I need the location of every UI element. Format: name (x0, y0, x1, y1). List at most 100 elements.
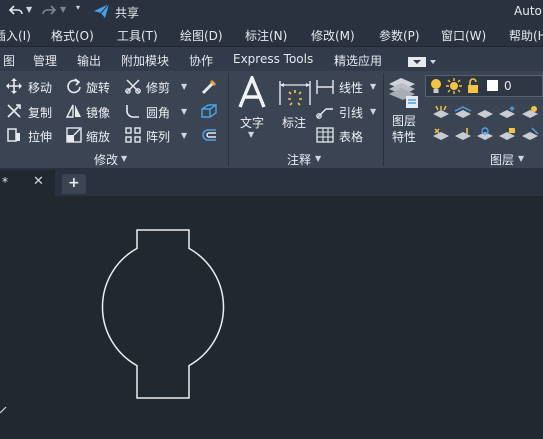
drawing-tab[interactable]: * ✕ (0, 170, 55, 196)
new-tab-button[interactable]: + (62, 174, 86, 194)
leader-button[interactable]: 引线 (339, 104, 363, 121)
leader-dropdown-icon[interactable]: ▼ (370, 107, 376, 116)
layer-tool-icon[interactable] (432, 126, 450, 145)
table-icon[interactable] (316, 127, 334, 147)
layer-on-bulb-icon[interactable] (429, 78, 443, 98)
layer-properties-label-1[interactable]: 图层 (392, 112, 416, 129)
layer-tool-icon[interactable] (454, 104, 472, 123)
erase-icon[interactable] (200, 77, 218, 99)
fillet-button[interactable]: 圆角 (146, 104, 170, 121)
menu-format[interactable]: 格式(O) (51, 27, 94, 44)
current-layer-name: 0 (504, 79, 512, 93)
tab-addins[interactable]: 附加模块 (121, 52, 169, 69)
tab-express-tools[interactable]: Express Tools (233, 52, 313, 66)
array-button[interactable]: 阵列 (146, 128, 170, 145)
tab-manage[interactable]: 管理 (33, 52, 57, 69)
ribbon-toggle-icon[interactable] (408, 53, 438, 72)
linear-icon[interactable] (316, 79, 334, 99)
explode-icon[interactable] (200, 102, 218, 124)
share-button[interactable]: 共享 (115, 4, 139, 21)
stretch-button[interactable]: 拉伸 (28, 128, 52, 145)
text-dropdown-icon[interactable]: ▼ (248, 130, 254, 139)
linear-dropdown-icon[interactable]: ▼ (370, 82, 376, 91)
layer-color-swatch[interactable] (487, 80, 498, 91)
menu-insert[interactable]: 插入(I) (0, 27, 31, 44)
layer-dropdown[interactable]: 0 (425, 75, 543, 97)
annotation-panel-expand-icon[interactable]: ▼ (315, 154, 321, 163)
annotation-panel-title[interactable]: 注释 (287, 151, 311, 168)
document-tab-bar: * ✕ + (0, 168, 543, 196)
move-button[interactable]: 移动 (28, 79, 52, 96)
text-icon[interactable] (238, 73, 266, 112)
quick-access-dropdown-icon[interactable]: ▾ (76, 3, 80, 12)
rotate-button[interactable]: 旋转 (86, 79, 110, 96)
mirror-button[interactable]: 镜像 (86, 104, 110, 121)
ribbon: 移动 旋转 修剪 ▼ 复制 镜像 圆角 ▼ 拉伸 缩放 阵列 ▼ 修改 ▼ 文字… (0, 71, 543, 168)
array-dropdown-icon[interactable]: ▼ (181, 131, 187, 140)
menu-parameters[interactable]: 参数(P) (379, 27, 420, 44)
panel-divider (228, 73, 229, 166)
layer-tool-icon[interactable] (432, 104, 450, 123)
layer-lock-icon[interactable] (466, 78, 480, 98)
move-icon[interactable] (6, 78, 22, 98)
drawing-tab-label: * (2, 175, 8, 189)
title-bar: ▼ ▼ ▾ 共享 Auto (0, 0, 543, 22)
layer-panel-title[interactable]: 图层 (490, 151, 514, 168)
ucs-icon (0, 406, 7, 414)
layer-freeze-sun-icon[interactable] (446, 78, 462, 98)
layer-tool-icon[interactable] (521, 126, 539, 145)
scale-button[interactable]: 缩放 (86, 128, 110, 145)
layer-properties-label-2[interactable]: 特性 (392, 128, 416, 145)
menu-window[interactable]: 窗口(W) (441, 27, 486, 44)
mirror-icon[interactable] (65, 103, 82, 123)
leader-icon[interactable] (316, 103, 334, 123)
layer-tool-icon[interactable] (476, 104, 494, 123)
modify-panel-expand-icon[interactable]: ▼ (121, 154, 127, 163)
redo-dropdown-icon[interactable]: ▼ (60, 5, 66, 14)
undo-dropdown-icon[interactable]: ▼ (26, 5, 32, 14)
fillet-dropdown-icon[interactable]: ▼ (181, 107, 187, 116)
copy-button[interactable]: 复制 (28, 104, 52, 121)
trim-dropdown-icon[interactable]: ▼ (181, 82, 187, 91)
menu-modify[interactable]: 修改(M) (311, 27, 355, 44)
layer-tool-icon[interactable] (521, 104, 539, 123)
tab-collaborate[interactable]: 协作 (189, 52, 213, 69)
rotate-icon[interactable] (66, 78, 82, 98)
array-icon[interactable] (125, 127, 141, 147)
menu-help[interactable]: 帮助(H) (509, 27, 543, 44)
dimension-button[interactable]: 标注 (282, 114, 306, 131)
offset-icon[interactable] (200, 126, 218, 148)
modify-panel-title[interactable]: 修改 (94, 151, 118, 168)
layer-tool-icon[interactable] (454, 126, 472, 145)
tab-output[interactable]: 输出 (77, 52, 101, 69)
trim-icon[interactable] (125, 78, 141, 98)
layer-tool-icon[interactable] (498, 104, 516, 123)
share-icon[interactable] (93, 3, 110, 23)
text-button[interactable]: 文字 (240, 114, 264, 131)
menu-draw[interactable]: 绘图(D) (180, 27, 223, 44)
layer-tool-icon[interactable] (498, 126, 516, 145)
close-icon[interactable]: ✕ (33, 174, 44, 189)
tab-view[interactable]: 图 (3, 52, 15, 69)
menu-tools[interactable]: 工具(T) (117, 27, 158, 44)
menu-bar: 插入(I) 格式(O) 工具(T) 绘图(D) 标注(N) 修改(M) 参数(P… (0, 22, 543, 46)
menu-dimension[interactable]: 标注(N) (245, 27, 287, 44)
dimension-icon[interactable] (278, 77, 312, 111)
table-button[interactable]: 表格 (339, 128, 363, 145)
app-title: Auto (514, 4, 542, 18)
scale-icon[interactable] (66, 127, 82, 147)
linear-button[interactable]: 线性 (339, 79, 363, 96)
copy-icon[interactable] (6, 103, 22, 123)
stretch-icon[interactable] (6, 127, 22, 147)
drawing-canvas[interactable] (0, 196, 543, 439)
plus-icon: + (68, 175, 80, 191)
undo-icon[interactable] (8, 3, 24, 23)
layer-tool-icon[interactable] (476, 126, 494, 145)
layer-panel-expand-icon[interactable]: ▼ (518, 154, 524, 163)
trim-button[interactable]: 修剪 (146, 79, 170, 96)
fillet-icon[interactable] (125, 103, 141, 123)
tab-featured-apps[interactable]: 精选应用 (334, 52, 382, 69)
layer-properties-icon[interactable] (387, 76, 419, 114)
redo-icon[interactable] (41, 3, 57, 23)
ribbon-tab-bar: 图 管理 输出 附加模块 协作 Express Tools 精选应用 (0, 47, 543, 71)
